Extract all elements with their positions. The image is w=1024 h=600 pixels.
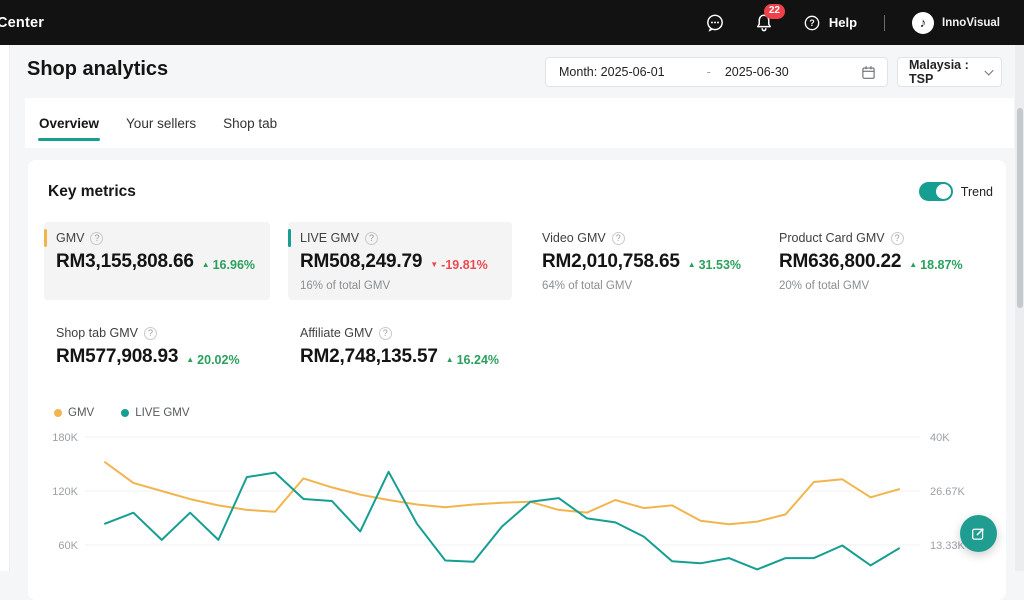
info-icon[interactable]: ? bbox=[365, 232, 378, 245]
metric-label: Product Card GMV bbox=[779, 231, 885, 245]
trend-chart: 180K 40K 120K 26.67K 60K 13.33K bbox=[28, 423, 1006, 593]
info-icon[interactable]: ? bbox=[891, 232, 904, 245]
metric-delta: ▲31.53% bbox=[688, 258, 741, 272]
metric-label: GMV bbox=[56, 231, 84, 245]
arrow-up-icon: ▲ bbox=[909, 261, 917, 269]
metric-card-video-gmv[interactable]: Video GMV? RM2,010,758.65 ▲31.53% 64% of to… bbox=[530, 222, 749, 300]
trend-toggle-label: Trend bbox=[961, 185, 993, 199]
scrollbar-thumb[interactable] bbox=[1017, 108, 1023, 308]
metric-label: Shop tab GMV bbox=[56, 326, 138, 340]
tabs: Overview Your sellers Shop tab bbox=[25, 98, 1014, 148]
metric-delta: ▼-19.81% bbox=[430, 258, 487, 272]
date-range-picker[interactable]: Month: 2025-06-01 - 2025-06-30 bbox=[545, 57, 888, 87]
tiktok-logo-icon: ♪ bbox=[912, 12, 934, 34]
calendar-icon bbox=[861, 65, 876, 80]
trend-toggle[interactable] bbox=[919, 182, 953, 201]
metric-delta-value: 31.53% bbox=[699, 258, 741, 272]
metric-delta: ▲20.02% bbox=[186, 353, 239, 367]
series-line-live-gmv bbox=[105, 472, 899, 570]
key-metrics-grid: GMV?RM3,155,808.66▲16.96%LIVE GMV?RM508,… bbox=[44, 222, 990, 376]
tab-your-sellers[interactable]: Your sellers bbox=[125, 98, 197, 148]
scrollbar-track bbox=[1015, 45, 1024, 571]
right-axis-tick: 13.33K bbox=[930, 540, 966, 552]
metric-card-shop-tab-gmv[interactable]: Shop tab GMV? RM577,908.93 ▲20.02% bbox=[44, 317, 270, 376]
tab-overview[interactable]: Overview bbox=[38, 98, 100, 148]
info-icon[interactable]: ? bbox=[144, 327, 157, 340]
help-button[interactable]: ? Help bbox=[802, 13, 857, 33]
top-bar: Center 22 ? Help ♪ InnoVisual bbox=[0, 0, 1024, 45]
toggle-knob bbox=[936, 184, 951, 199]
metric-accent-bar bbox=[44, 229, 47, 247]
notifications-bell-icon[interactable]: 22 bbox=[753, 12, 775, 34]
right-axis-tick: 40K bbox=[930, 432, 950, 444]
arrow-up-icon: ▲ bbox=[446, 356, 454, 364]
feedback-edit-fab[interactable] bbox=[960, 515, 997, 552]
metric-delta: ▲16.24% bbox=[446, 353, 499, 367]
series-line-gmv bbox=[105, 462, 899, 524]
chat-icon[interactable] bbox=[704, 12, 726, 34]
legend-label: GMV bbox=[68, 407, 94, 419]
legend-dot-icon bbox=[121, 409, 129, 417]
date-start: Month: 2025-06-01 bbox=[559, 65, 665, 79]
key-metrics-card: Key metrics Trend GMV?RM3,155,808.66▲16.… bbox=[28, 160, 1006, 600]
metric-card-affiliate-gmv[interactable]: Affiliate GMV? RM2,748,135.57 ▲16.24% bbox=[288, 317, 512, 376]
arrow-up-icon: ▲ bbox=[202, 261, 210, 269]
metric-accent-bar bbox=[288, 229, 291, 247]
workspace-name: InnoVisual bbox=[942, 17, 1000, 29]
notification-count-badge: 22 bbox=[764, 4, 785, 19]
region-selector-value: Malaysia : TSP bbox=[909, 58, 986, 86]
right-axis-tick: 26.67K bbox=[930, 486, 966, 498]
info-icon[interactable]: ? bbox=[612, 232, 625, 245]
metric-card-gmv[interactable]: GMV? RM3,155,808.66 ▲16.96% bbox=[44, 222, 270, 300]
help-label: Help bbox=[829, 15, 857, 30]
metric-value: RM636,800.22 bbox=[779, 251, 901, 273]
metric-value: RM2,748,135.57 bbox=[300, 346, 438, 368]
left-axis-tick: 60K bbox=[58, 540, 78, 552]
svg-text:?: ? bbox=[809, 18, 814, 28]
key-metrics-title: Key metrics bbox=[48, 183, 136, 201]
metric-label: Video GMV bbox=[542, 231, 606, 245]
divider bbox=[884, 15, 885, 31]
metric-value: RM577,908.93 bbox=[56, 346, 178, 368]
workspace-switcher[interactable]: ♪ InnoVisual bbox=[912, 12, 1000, 34]
metric-delta-value: 16.24% bbox=[457, 353, 499, 367]
edit-icon bbox=[970, 525, 987, 542]
metric-share-of-total: 20% of total GMV bbox=[779, 280, 963, 292]
arrow-down-icon: ▼ bbox=[430, 261, 438, 269]
date-separator: - bbox=[707, 65, 711, 79]
date-end: 2025-06-30 bbox=[725, 65, 789, 79]
legend-label: LIVE GMV bbox=[135, 407, 189, 419]
region-selector[interactable]: Malaysia : TSP bbox=[897, 57, 1002, 87]
metric-value: RM3,155,808.66 bbox=[56, 251, 194, 273]
page-title: Shop analytics bbox=[27, 58, 168, 81]
metric-delta-value: 18.87% bbox=[920, 258, 962, 272]
metric-card-product-card-gmv[interactable]: Product Card GMV? RM636,800.22 ▲18.87% 20% … bbox=[767, 222, 973, 300]
metric-delta-value: 16.96% bbox=[213, 258, 255, 272]
left-axis-tick: 180K bbox=[52, 432, 78, 444]
metric-share-of-total: 64% of total GMV bbox=[542, 280, 739, 292]
arrow-up-icon: ▲ bbox=[688, 261, 696, 269]
legend-item-gmv[interactable]: GMV bbox=[54, 407, 94, 419]
question-circle-icon: ? bbox=[802, 13, 822, 33]
metric-label: LIVE GMV bbox=[300, 231, 359, 245]
metric-delta-value: 20.02% bbox=[197, 353, 239, 367]
seller-center-brand[interactable]: Center bbox=[0, 15, 44, 31]
collapsed-sidebar-edge[interactable] bbox=[0, 45, 10, 571]
metric-share-of-total: 16% of total GMV bbox=[300, 280, 502, 292]
metric-delta: ▲16.96% bbox=[202, 258, 255, 272]
info-icon[interactable]: ? bbox=[90, 232, 103, 245]
metric-label: Affiliate GMV bbox=[300, 326, 373, 340]
arrow-up-icon: ▲ bbox=[186, 356, 194, 364]
legend-dot-icon bbox=[54, 409, 62, 417]
info-icon[interactable]: ? bbox=[379, 327, 392, 340]
metric-value: RM2,010,758.65 bbox=[542, 251, 680, 273]
legend-item-live-gmv[interactable]: LIVE GMV bbox=[121, 407, 189, 419]
chart-legend: GMV LIVE GMV bbox=[54, 407, 217, 419]
metric-delta-value: -19.81% bbox=[441, 258, 488, 272]
metric-card-live-gmv[interactable]: LIVE GMV? RM508,249.79 ▼-19.81% 16% of tota… bbox=[288, 222, 512, 300]
metric-delta: ▲18.87% bbox=[909, 258, 962, 272]
tab-shop-tab[interactable]: Shop tab bbox=[222, 98, 278, 148]
left-axis-tick: 120K bbox=[52, 486, 78, 498]
metric-value: RM508,249.79 bbox=[300, 251, 422, 273]
